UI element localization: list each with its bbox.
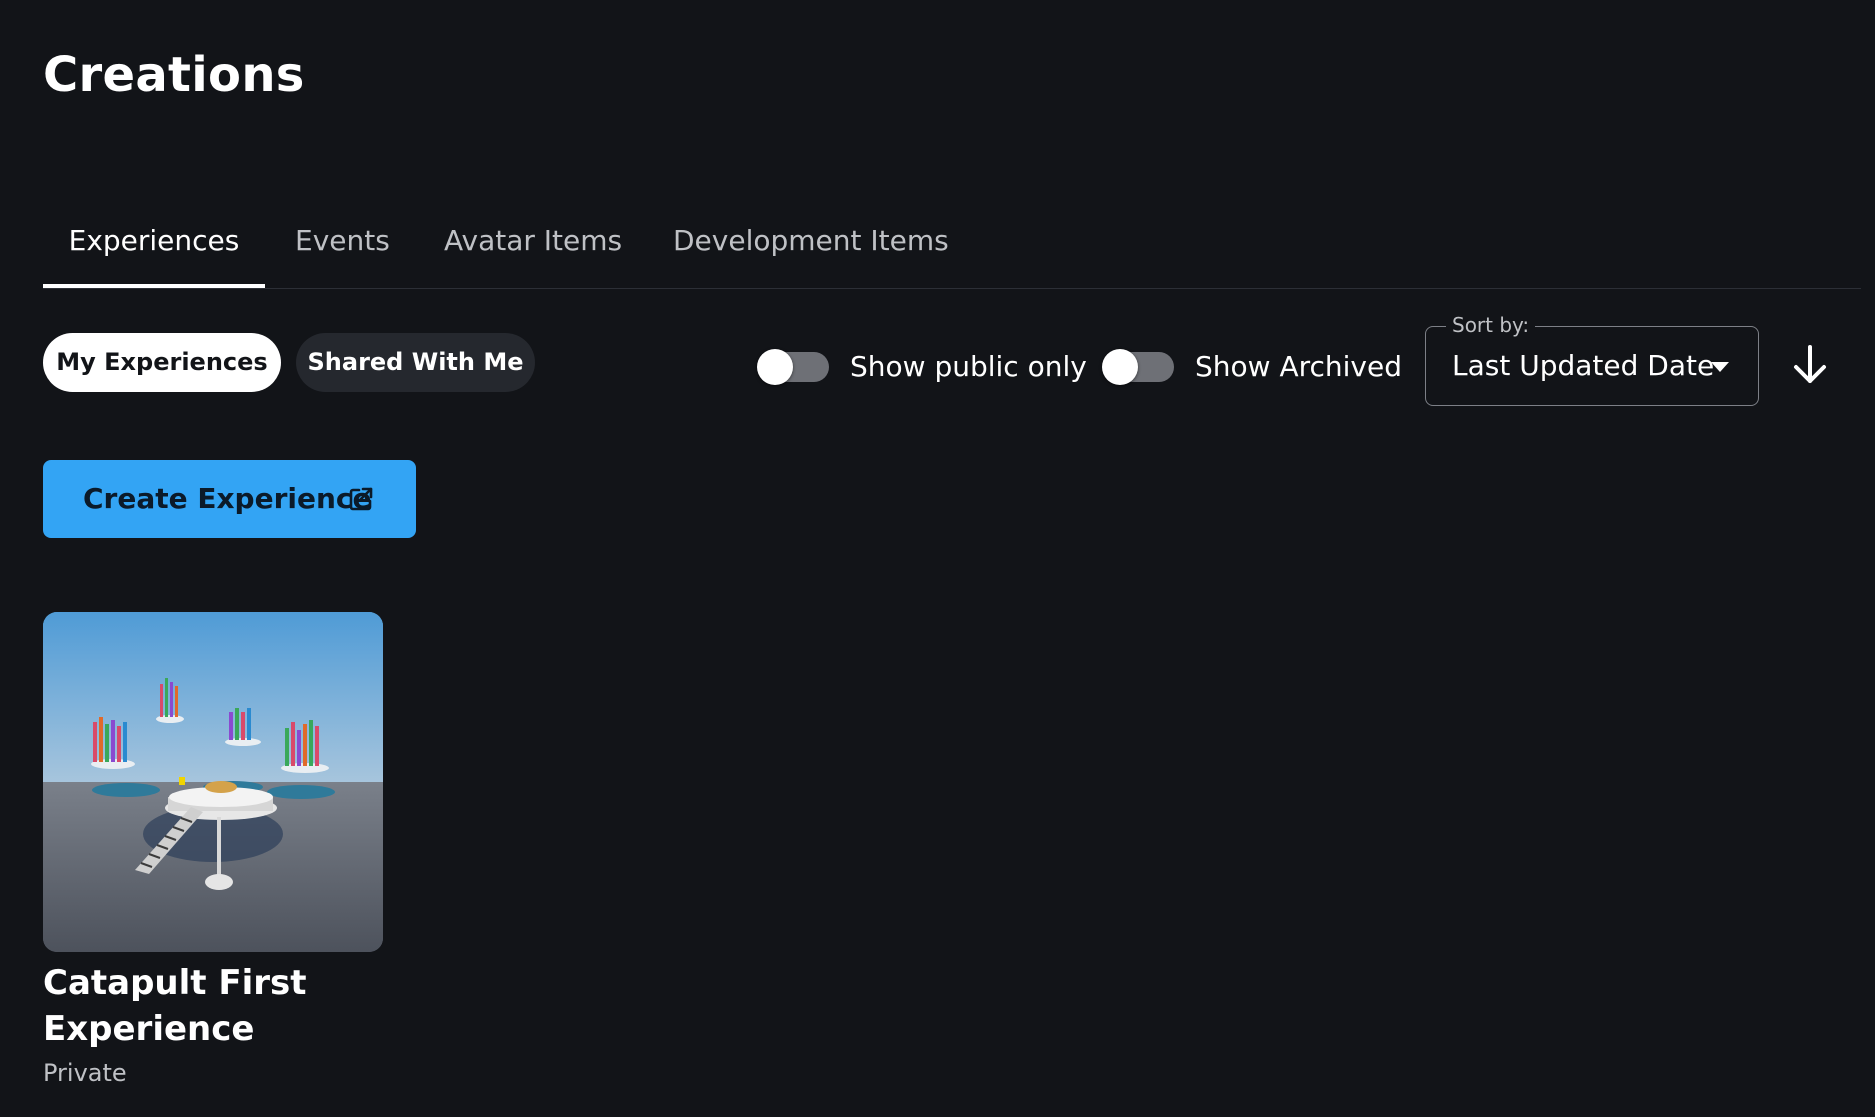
- toggle-knob: [1102, 349, 1138, 385]
- toggle-knob: [757, 349, 793, 385]
- show-archived-toggle[interactable]: [1102, 349, 1174, 385]
- experience-thumbnail[interactable]: [43, 612, 383, 952]
- show-public-only-label: Show public only: [850, 350, 1087, 383]
- sort-direction-button[interactable]: [1790, 343, 1830, 387]
- tab-avatar-items[interactable]: Avatar Items: [444, 212, 622, 288]
- external-link-icon: [349, 487, 373, 511]
- tab-development-items[interactable]: Development Items: [673, 212, 949, 288]
- creation-tabs: Experiences Events Avatar Items Developm…: [43, 212, 1861, 289]
- arrow-down-icon: [1794, 345, 1826, 383]
- show-archived-label: Show Archived: [1195, 350, 1402, 383]
- shared-with-me-filter-button[interactable]: Shared With Me: [296, 333, 535, 392]
- experience-title[interactable]: Catapult First Experience: [43, 960, 383, 1052]
- experience-thumbnail-image: [43, 612, 383, 952]
- sort-by-select[interactable]: Sort by: Last Updated Date: [1425, 311, 1759, 406]
- show-public-only-toggle[interactable]: [757, 349, 829, 385]
- create-experience-label: Create Experience: [83, 482, 372, 515]
- creations-page: Creations Experiences Events Avatar Item…: [0, 0, 1875, 1117]
- my-experiences-filter-button[interactable]: My Experiences: [43, 333, 281, 392]
- page-title: Creations: [43, 47, 305, 103]
- experience-card[interactable]: Catapult First Experience Private: [43, 612, 383, 1090]
- sort-by-legend: Sort by:: [1446, 311, 1536, 339]
- create-experience-button[interactable]: Create Experience: [43, 460, 416, 538]
- caret-down-icon: [1711, 362, 1729, 372]
- tab-events[interactable]: Events: [295, 212, 390, 288]
- experience-status: Private: [43, 1059, 127, 1087]
- tab-experiences[interactable]: Experiences: [43, 212, 265, 288]
- sort-by-value: Last Updated Date: [1452, 349, 1715, 382]
